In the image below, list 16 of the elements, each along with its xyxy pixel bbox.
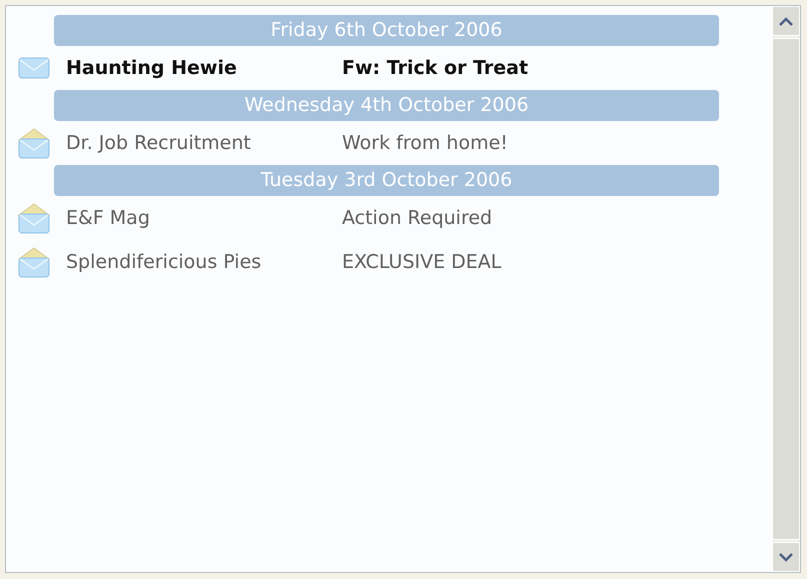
sender-name: Dr. Job Recruitment [66, 132, 252, 154]
chevron-up-icon [779, 16, 793, 26]
chevron-down-icon [779, 552, 793, 562]
scroll-up-button[interactable] [772, 6, 800, 36]
message-subject: Fw: Trick or Treat [342, 57, 528, 79]
date-group-header: Tuesday 3rd October 2006 [54, 165, 719, 196]
message-subject: Action Required [342, 207, 492, 229]
vertical-scrollbar[interactable] [771, 6, 800, 572]
sender-name: E&F Mag [66, 207, 151, 229]
scroll-down-button[interactable] [772, 542, 800, 572]
sender-name: Haunting Hewie [66, 57, 238, 79]
message-subject: Work from home! [342, 132, 508, 154]
date-group-header: Friday 6th October 2006 [54, 15, 719, 46]
date-group-header: Wednesday 4th October 2006 [54, 90, 719, 121]
message-subject: EXCLUSIVE DEAL [342, 251, 502, 273]
sender-name: Splendifericious Pies [66, 251, 262, 273]
